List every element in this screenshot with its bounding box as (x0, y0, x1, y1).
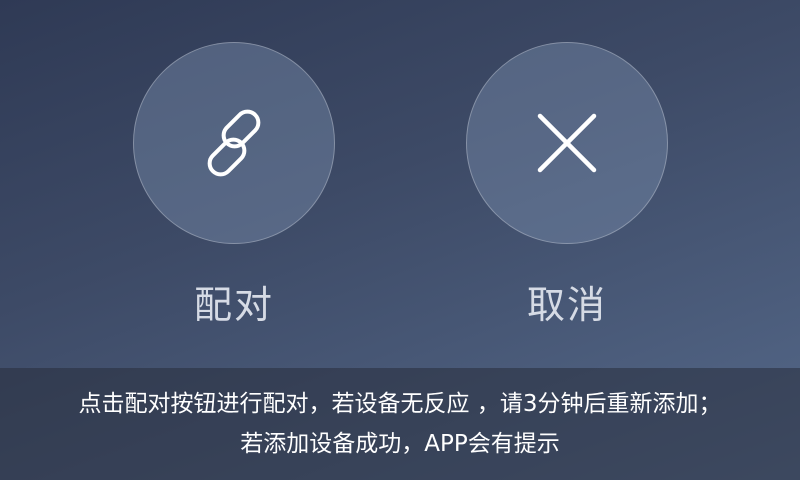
cancel-label: 取消 (526, 283, 607, 327)
hint-line-1: 点击配对按钮进行配对，若设备无反应 ，请3分钟后重新添加； (78, 391, 722, 417)
pair-button[interactable] (133, 42, 335, 244)
hint-line-2: 若添加设备成功，APP会有提示 (240, 431, 560, 457)
pair-label: 配对 (193, 283, 274, 327)
cancel-button[interactable] (466, 42, 668, 244)
close-icon (537, 113, 597, 173)
link-icon (207, 109, 261, 177)
hint-panel: 点击配对按钮进行配对，若设备无反应 ，请3分钟后重新添加； 若添加设备成功，AP… (0, 368, 800, 480)
hint-text: 点击配对按钮进行配对，若设备无反应 ，请3分钟后重新添加； 若添加设备成功，AP… (10, 384, 790, 464)
